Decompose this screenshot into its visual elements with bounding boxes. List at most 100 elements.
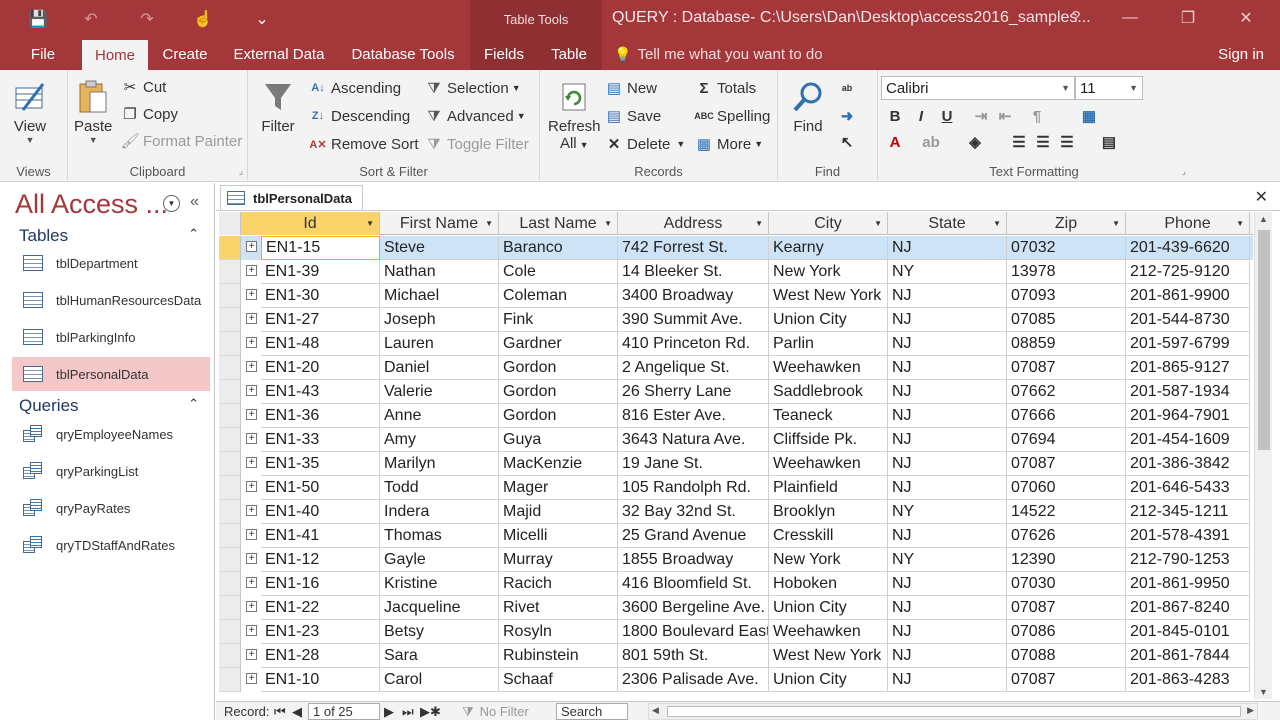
cell-zip[interactable]: 12390 [1007, 548, 1126, 572]
table-row[interactable]: + EN1-20 Daniel Gordon 2 Angelique St. Weehaw… [219, 356, 1253, 380]
highlight-icon[interactable]: ab [920, 130, 942, 154]
cell-phone[interactable]: 212-790-1253 [1126, 548, 1250, 572]
table-row[interactable]: + EN1-36 Anne Gordon 816 Ester Ave. Teaneck NJ… [219, 404, 1253, 428]
cell-id[interactable]: EN1-43 [261, 380, 380, 404]
minimize-icon[interactable]: — [1110, 4, 1150, 32]
cell-zip[interactable]: 07088 [1007, 644, 1126, 668]
cell-first-name[interactable]: Thomas [380, 524, 499, 548]
cell-first-name[interactable]: Gayle [380, 548, 499, 572]
close-document-icon[interactable]: ✕ [1255, 187, 1268, 207]
record-selector[interactable] [219, 548, 241, 572]
horizontal-scrollbar[interactable]: ◀ ▶ [648, 703, 1258, 720]
cell-zip[interactable]: 07086 [1007, 620, 1126, 644]
cell-last-name[interactable]: Racich [499, 572, 618, 596]
cell-city[interactable]: Saddlebrook [769, 380, 888, 404]
record-selector[interactable] [219, 236, 241, 260]
filter-button[interactable]: Filter [260, 76, 296, 135]
record-selector[interactable] [219, 260, 241, 284]
expand-subdatasheet-icon[interactable]: + [246, 481, 257, 492]
cell-zip[interactable]: 07626 [1007, 524, 1126, 548]
expand-subdatasheet-icon[interactable]: + [246, 337, 257, 348]
cell-city[interactable]: West New York [769, 284, 888, 308]
tab-file[interactable]: File [18, 38, 68, 70]
cell-address[interactable]: 25 Grand Avenue [618, 524, 769, 548]
cell-state[interactable]: NJ [888, 596, 1007, 620]
italic-button[interactable]: I [910, 104, 932, 128]
cell-address[interactable]: 1855 Broadway [618, 548, 769, 572]
cell-phone[interactable]: 201-587-1934 [1126, 380, 1250, 404]
cell-phone[interactable]: 201-386-3842 [1126, 452, 1250, 476]
selection-button[interactable]: ⧩ Selection ▼ [424, 76, 520, 100]
cell-id[interactable]: EN1-27 [261, 308, 380, 332]
tab-external-data[interactable]: External Data [226, 38, 332, 70]
cell-address[interactable]: 410 Princeton Rd. [618, 332, 769, 356]
save-icon[interactable]: 💾 [22, 6, 54, 32]
record-selector[interactable] [219, 572, 241, 596]
cell-last-name[interactable]: Cole [499, 260, 618, 284]
remove-sort-button[interactable]: A✕ Remove Sort [308, 132, 418, 156]
cell-phone[interactable]: 201-439-6620 [1126, 236, 1250, 260]
cell-zip[interactable]: 13978 [1007, 260, 1126, 284]
advanced-button[interactable]: ⧩ Advanced ▼ [424, 104, 525, 128]
cell-address[interactable]: 2306 Palisade Ave. [618, 668, 769, 692]
expand-subdatasheet-icon[interactable]: + [246, 409, 257, 420]
cell-state[interactable]: NJ [888, 308, 1007, 332]
cell-phone[interactable]: 201-865-9127 [1126, 356, 1250, 380]
cell-phone[interactable]: 201-861-9900 [1126, 284, 1250, 308]
cell-first-name[interactable]: Kristine [380, 572, 499, 596]
cell-state[interactable]: NY [888, 548, 1007, 572]
touch-mode-icon[interactable]: ☝ [186, 6, 220, 32]
record-selector[interactable] [219, 668, 241, 692]
table-row[interactable]: + EN1-35 Marilyn MacKenzie 19 Jane St. Weehaw… [219, 452, 1253, 476]
cell-first-name[interactable]: Steve [380, 236, 499, 260]
table-row[interactable]: + EN1-48 Lauren Gardner 410 Princeton Rd. Par… [219, 332, 1253, 356]
cell-phone[interactable]: 212-725-9120 [1126, 260, 1250, 284]
fill-color-icon[interactable]: ◈ [964, 130, 986, 154]
cell-last-name[interactable]: MacKenzie [499, 452, 618, 476]
font-size-select[interactable]: 11 ▼ [1075, 76, 1143, 100]
table-row[interactable]: + EN1-50 Todd Mager 105 Randolph Rd. Plainfie… [219, 476, 1253, 500]
cell-last-name[interactable]: Coleman [499, 284, 618, 308]
tell-me-box[interactable]: 💡 Tell me what you want to do [614, 38, 823, 70]
cell-state[interactable]: NJ [888, 284, 1007, 308]
cell-id[interactable]: EN1-28 [261, 644, 380, 668]
tab-table[interactable]: Table [542, 38, 596, 70]
nav-item-tblhumanresourcesdata[interactable]: tblHumanResourcesData [12, 283, 210, 317]
table-row[interactable]: + EN1-22 Jacqueline Rivet 3600 Bergeline Ave… [219, 596, 1253, 620]
record-selector[interactable] [219, 380, 241, 404]
record-selector[interactable] [219, 620, 241, 644]
cell-id[interactable]: EN1-30 [261, 284, 380, 308]
cell-first-name[interactable]: Betsy [380, 620, 499, 644]
cell-state[interactable]: NJ [888, 620, 1007, 644]
cell-phone[interactable]: 201-646-5433 [1126, 476, 1250, 500]
bold-button[interactable]: B [884, 104, 906, 128]
scroll-left-icon[interactable]: ◀ [652, 705, 659, 716]
expand-subdatasheet-icon[interactable]: + [246, 553, 257, 564]
cell-first-name[interactable]: Carol [380, 668, 499, 692]
more-button[interactable]: ▦ More ▼ [694, 132, 763, 156]
view-button[interactable]: View ▼ [12, 76, 48, 145]
cell-address[interactable]: 26 Sherry Lane [618, 380, 769, 404]
expand-subdatasheet-icon[interactable]: + [246, 673, 257, 684]
record-selector[interactable] [219, 284, 241, 308]
cell-first-name[interactable]: Sara [380, 644, 499, 668]
cell-zip[interactable]: 07085 [1007, 308, 1126, 332]
paragraph-icon[interactable]: ¶ [1026, 104, 1048, 128]
table-row[interactable]: + EN1-39 Nathan Cole 14 Bleeker St. New York N… [219, 260, 1253, 284]
record-selector[interactable] [219, 644, 241, 668]
undo-icon[interactable]: ↶ [74, 6, 108, 32]
save-record-button[interactable]: ▤ Save [604, 104, 661, 128]
scroll-up-icon[interactable]: ▲ [1259, 214, 1268, 224]
font-color-icon[interactable]: A [884, 130, 906, 154]
nav-item-tblpersonaldata[interactable]: tblPersonalData [12, 357, 210, 391]
record-selector[interactable] [219, 428, 241, 452]
expand-subdatasheet-icon[interactable]: + [246, 313, 257, 324]
record-selector[interactable] [219, 596, 241, 620]
cell-first-name[interactable]: Todd [380, 476, 499, 500]
cell-zip[interactable]: 07694 [1007, 428, 1126, 452]
chevron-down-icon[interactable]: ▼ [163, 195, 180, 212]
cell-city[interactable]: Weehawken [769, 356, 888, 380]
sort-descending-button[interactable]: Z↓ Descending [308, 104, 410, 128]
help-icon[interactable]: ? [1056, 4, 1096, 32]
column-filter-dropdown-icon[interactable]: ▼ [993, 219, 1001, 228]
